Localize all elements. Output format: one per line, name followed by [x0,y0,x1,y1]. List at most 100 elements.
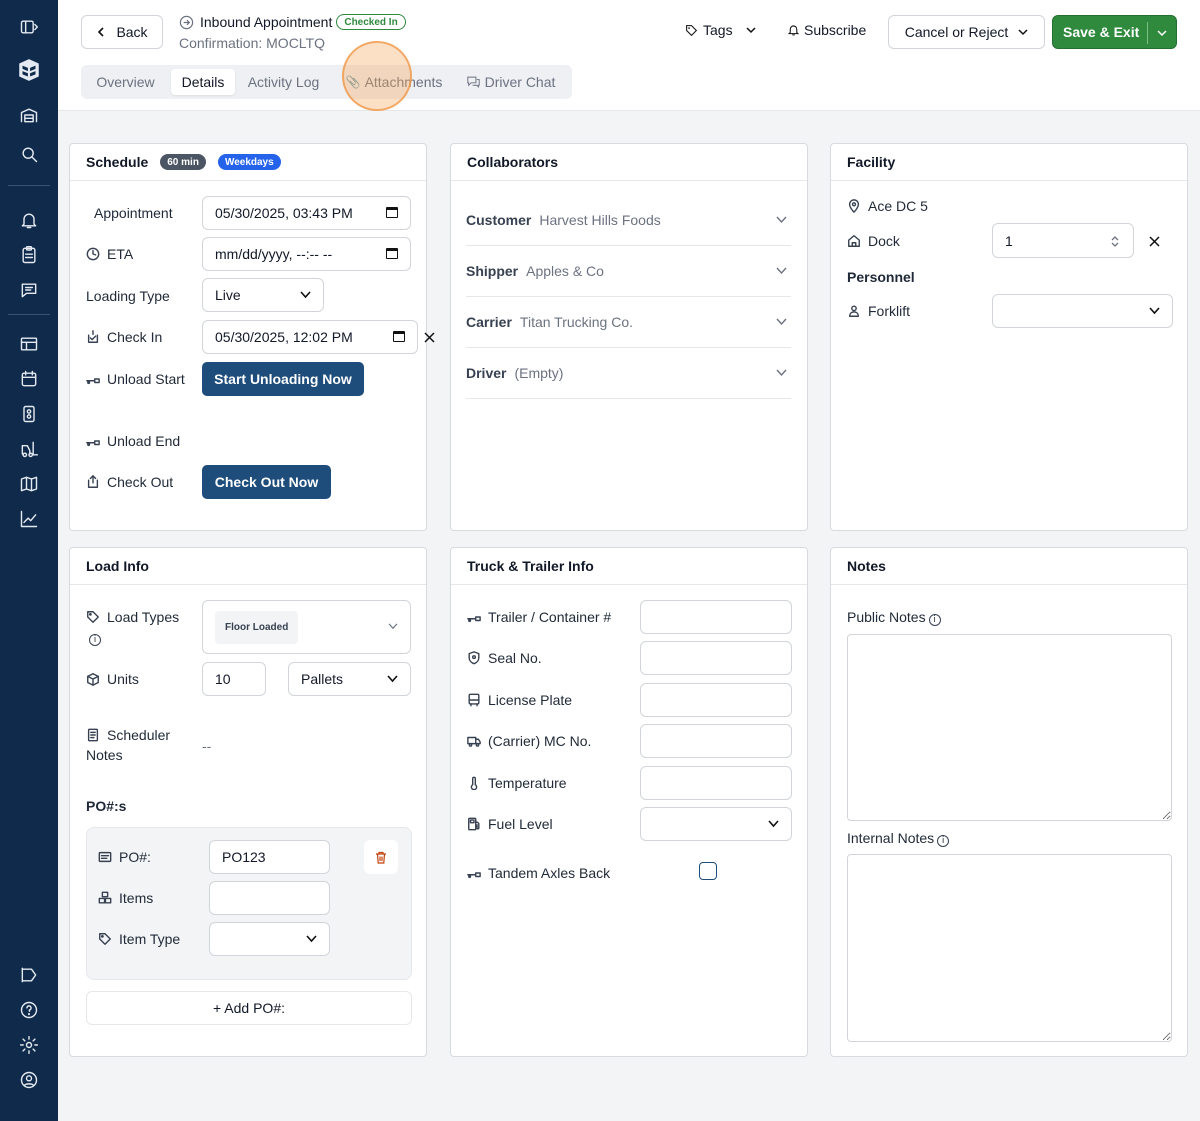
schedule-card: Schedule 60 min Weekdays Appointment 05/… [69,143,435,531]
item-type-select[interactable] [209,922,330,956]
start-unloading-button[interactable]: Start Unloading Now [202,362,364,396]
search-icon[interactable] [18,143,40,165]
bell-icon [787,25,800,36]
sidebar-toggle-icon[interactable] [18,16,40,38]
chat-icon[interactable] [18,279,40,301]
chevron-down-icon [776,216,787,224]
chevron-down-icon [387,675,398,683]
temperature-label: Temperature [467,773,567,793]
logo-icon[interactable] [16,57,42,83]
settings-icon[interactable] [18,1034,40,1056]
items-label: Items [98,888,153,908]
tab-driver-chat[interactable]: Driver Chat [461,69,561,95]
clear-dock-icon[interactable] [1149,236,1160,247]
tab-details[interactable]: Details [171,69,235,95]
facility-name-text: Ace DC 5 [868,198,928,214]
customer-key: Customer [466,212,532,228]
chevron-down-icon [776,369,787,377]
tour-icon[interactable] [18,964,40,986]
forklift-select[interactable] [992,294,1173,328]
items-input[interactable] [209,881,330,915]
trailer-input[interactable] [640,600,792,634]
load-types-multiselect[interactable]: Floor Loaded [202,600,411,654]
fuel-level-select[interactable] [640,807,792,841]
info-icon: i [937,835,950,847]
dock-label-text: Dock [868,233,900,249]
clock-icon [86,246,100,261]
appointment-value: 05/30/2025, 03:43 PM [215,205,353,221]
temperature-label-text: Temperature [488,775,567,791]
check-in-icon [86,329,100,343]
collaborator-carrier[interactable]: Carrier Titan Trucking Co. [466,297,791,348]
bell-icon[interactable] [18,209,40,231]
calendar-icon[interactable] [393,331,405,342]
dock-icon[interactable] [18,403,40,425]
eta-label-text: ETA [107,246,134,262]
calendar-icon[interactable] [386,207,398,218]
loading-type-select[interactable]: Live [202,278,324,312]
public-notes-textarea[interactable] [847,634,1172,821]
mc-number-input[interactable] [640,724,792,758]
duration-badge: 60 min [160,154,206,170]
public-notes-label-text: Public Notes [847,609,926,625]
truck-trailer-header: Truck & Trailer Info [451,548,807,585]
check-in-datetime-input[interactable]: 05/30/2025, 12:02 PM [202,320,418,354]
calendar-icon[interactable] [386,248,398,259]
truck-icon [467,733,481,747]
chevron-down-icon [1149,307,1160,315]
analytics-icon[interactable] [18,508,40,530]
chevron-down-icon [300,291,311,299]
schedule-title: Schedule [86,154,149,170]
collaborator-shipper[interactable]: Shipper Apples & Co [466,246,791,297]
units-type-select[interactable]: Pallets [288,662,411,696]
appointment-datetime-input[interactable]: 05/30/2025, 03:43 PM [202,196,411,230]
chevron-down-icon [746,27,756,34]
clear-check-in-icon[interactable] [424,332,435,343]
tab-activity-log[interactable]: Activity Log [241,69,326,95]
stepper-icon[interactable] [1111,235,1119,248]
calendar-icon[interactable] [18,368,40,390]
po-section-heading: PO#:s [86,798,127,814]
eta-datetime-input[interactable]: mm/dd/yyyy, --:-- -- [202,237,411,271]
cancel-reject-button[interactable]: Cancel or Reject [888,15,1045,49]
load-info-header: Load Info [70,548,426,585]
seal-input[interactable] [640,641,792,675]
add-po-button[interactable]: + Add PO#: [86,991,412,1025]
license-plate-input[interactable] [640,683,792,717]
profile-icon[interactable] [18,1069,40,1091]
check-out-button[interactable]: Check Out Now [202,465,331,499]
warehouse-icon[interactable] [18,104,40,126]
subscribe-button[interactable]: Subscribe [787,22,866,38]
chevron-down-icon[interactable] [1157,28,1167,38]
forklift-icon[interactable] [18,438,40,460]
po-number-input[interactable]: PO123 [209,840,330,874]
truck-trailer-card: Truck & Trailer Info Trailer / Container… [450,547,808,1057]
status-badge: Checked In [336,14,406,30]
load-type-chip[interactable]: Floor Loaded [215,610,299,644]
save-exit-button[interactable]: Save & Exit [1052,15,1177,49]
tab-overview[interactable]: Overview [87,69,164,95]
delete-po-button[interactable] [364,840,398,874]
personnel-heading: Personnel [847,269,915,285]
tags-button[interactable]: Tags [685,22,756,38]
collaborators-card: Collaborators Customer Harvest Hills Food… [450,143,808,531]
clipboard-icon[interactable] [18,244,40,266]
collaborator-customer[interactable]: Customer Harvest Hills Foods [466,195,791,246]
map-icon[interactable] [18,473,40,495]
scheduler-notes-label: Scheduler Notes [86,725,191,765]
dock-number-input[interactable]: 1 [992,223,1134,258]
internal-notes-textarea[interactable] [847,854,1172,1042]
collaborator-driver[interactable]: Driver (Empty) [466,348,791,399]
info-icon: i [89,634,101,646]
trailer-icon [467,865,481,879]
list-icon[interactable] [18,333,40,355]
back-button[interactable]: Back [81,15,163,49]
help-icon[interactable] [18,999,40,1021]
units-input[interactable]: 10 [202,662,266,696]
temperature-input[interactable] [640,766,792,800]
subscribe-label: Subscribe [804,22,867,38]
chevron-down-icon [1018,29,1028,36]
driver-key: Driver [466,365,507,381]
tandem-axles-checkbox[interactable] [699,862,717,880]
notes-header: Notes [831,548,1187,585]
